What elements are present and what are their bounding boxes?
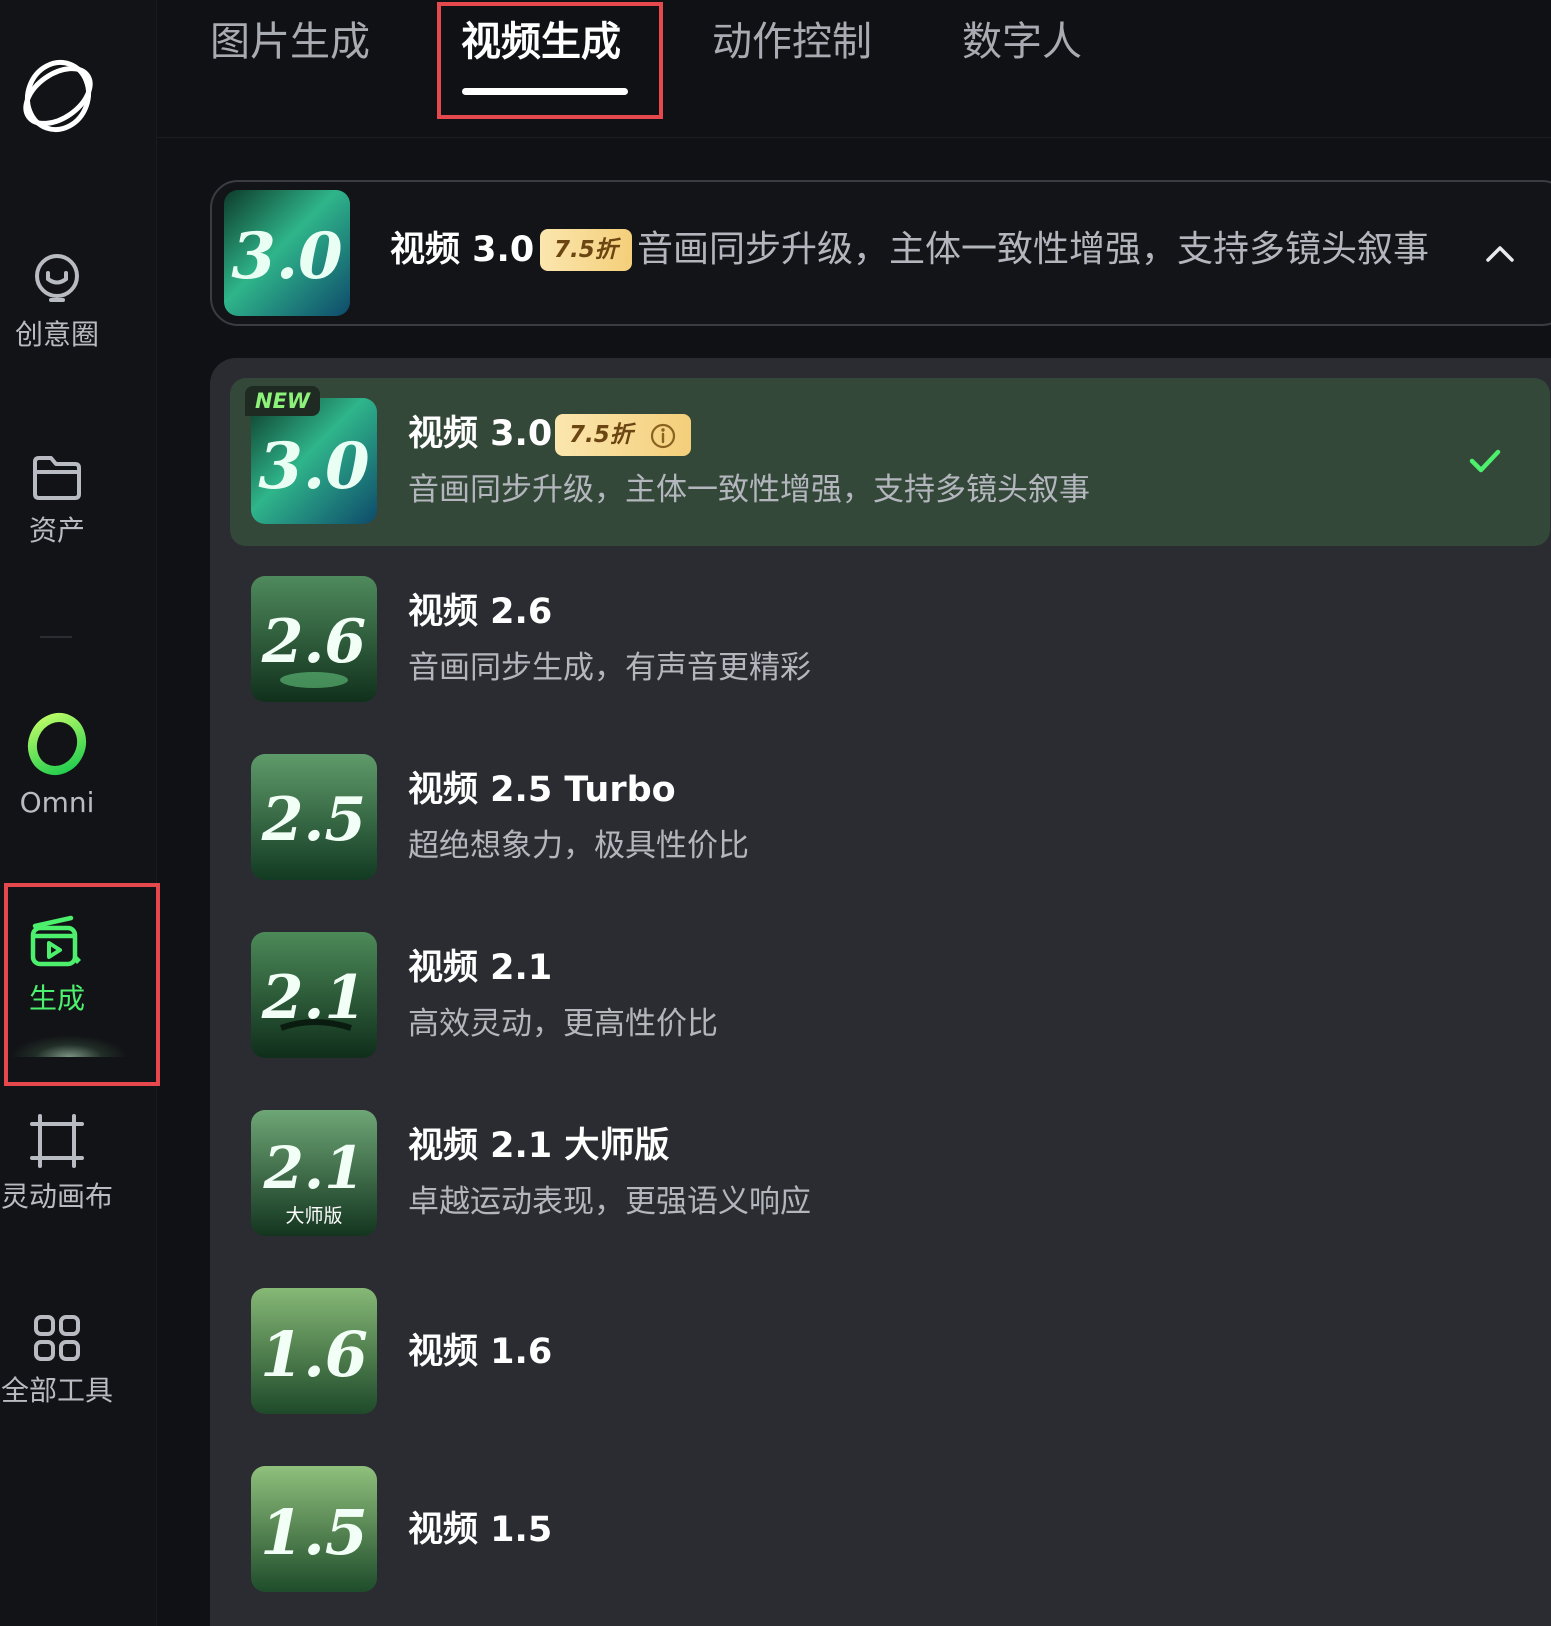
tab-motion-control[interactable]: 动作控制 — [712, 16, 872, 68]
model-thumbnail: 3.0 — [251, 398, 377, 524]
tab-bar: 图片生成 视频生成 动作控制 数字人 — [157, 0, 1551, 138]
sidebar-item-label: Omni — [19, 786, 95, 819]
model-title: 视频 2.1 — [408, 948, 553, 988]
model-title: 视频 1.6 — [408, 1332, 553, 1372]
model-thumbnail: 1.5 — [251, 1466, 377, 1592]
discount-badge[interactable]: 7.5折 — [555, 414, 691, 456]
model-description: 音画同步生成，有声音更精彩 — [408, 650, 811, 686]
model-thumbnail: 1.6 — [251, 1288, 377, 1414]
model-option-2-6[interactable]: 2.6 视频 2.6 音画同步生成，有声音更精彩 — [230, 556, 1550, 724]
model-thumbnail: 2.1 — [251, 932, 377, 1058]
sidebar-item-label: 灵动画布 — [0, 1180, 113, 1213]
model-title: 视频 2.6 — [408, 592, 553, 632]
thumbnail-version-text: 2.5 — [261, 785, 366, 855]
sidebar-item-label: 全部工具 — [0, 1374, 113, 1407]
model-description: 高效灵动，更高性价比 — [408, 1006, 718, 1042]
sidebar-item-label: 资产 — [28, 514, 85, 547]
model-thumbnail: 3.0 — [224, 190, 350, 316]
model-thumbnail: 2.6 — [251, 576, 377, 702]
thumbnail-version-text: 2.1 — [261, 963, 366, 1033]
model-option-1-5[interactable]: 1.5 视频 1.5 — [230, 1446, 1550, 1614]
sidebar-item-all-tools[interactable]: 全部工具 — [0, 1312, 114, 1408]
thumbnail-version-text: 1.6 — [260, 1318, 368, 1391]
thumbnail-version-text: 2.1 — [263, 1134, 365, 1202]
info-icon[interactable] — [649, 422, 677, 450]
model-thumbnail: 2.1 大师版 — [251, 1110, 377, 1236]
highlight-box-tab — [437, 2, 663, 119]
folder-icon — [33, 456, 81, 500]
selected-model-title: 视频 3.0 — [390, 230, 535, 270]
sidebar: 创意圈 资产 Omni 生成 灵动画布 全部工具 — [0, 0, 160, 1626]
model-selector[interactable]: 3.0 视频 3.0 7.5折 音画同步升级，主体一致性增强，支持多镜头叙事 — [210, 180, 1551, 326]
omni-ring-icon — [27, 713, 87, 775]
model-option-2-5-turbo[interactable]: 2.5 视频 2.5 Turbo 超绝想象力，极具性价比 — [230, 734, 1550, 902]
new-tag: NEW — [245, 386, 321, 416]
tab-digital-human[interactable]: 数字人 — [962, 16, 1082, 68]
model-title: 视频 3.0 — [408, 414, 553, 454]
canvas-crop-icon — [30, 1114, 84, 1168]
thumbnail-version-text: 2.6 — [261, 607, 366, 677]
sidebar-item-omni[interactable]: Omni — [0, 712, 114, 820]
discount-badge-text: 7.5折 — [569, 422, 633, 448]
sidebar-item-label: 创意圈 — [14, 318, 99, 351]
model-description: 卓越运动表现，更强语义响应 — [408, 1184, 811, 1220]
model-option-3-0[interactable]: 3.0 NEW 视频 3.0 7.5折 音画同步升级，主体一致性增强，支持多镜头… — [230, 378, 1550, 546]
sidebar-item-creative-circle[interactable]: 创意圈 — [0, 252, 114, 352]
sidebar-divider — [40, 636, 72, 638]
selected-model-description: 音画同步升级，主体一致性增强，支持多镜头叙事 — [637, 229, 1430, 270]
model-title: 视频 2.5 Turbo — [408, 770, 676, 810]
model-option-2-1-master[interactable]: 2.1 大师版 视频 2.1 大师版 卓越运动表现，更强语义响应 — [230, 1090, 1550, 1258]
sidebar-item-assets[interactable]: 资产 — [0, 452, 114, 548]
thumbnail-subtitle-text: 大师版 — [285, 1205, 342, 1227]
sidebar-item-canvas[interactable]: 灵动画布 — [0, 1112, 114, 1214]
app-window: 创意圈 资产 Omni 生成 灵动画布 全部工具 图片生成 视频生成 动作控制 … — [0, 0, 1551, 1626]
check-icon — [1469, 449, 1501, 473]
grid-tools-icon — [34, 1315, 80, 1361]
model-title: 视频 2.1 大师版 — [408, 1126, 670, 1166]
model-option-2-1[interactable]: 2.1 视频 2.1 高效灵动，更高性价比 — [230, 912, 1550, 1080]
chevron-up-icon[interactable] — [1480, 234, 1520, 274]
model-description: 超绝想象力，极具性价比 — [408, 828, 749, 864]
app-logo-icon[interactable] — [10, 48, 106, 144]
thumbnail-version-text: 1.5 — [260, 1496, 368, 1569]
lightbulb-smile-icon — [35, 254, 79, 302]
tab-image-generation[interactable]: 图片生成 — [210, 16, 370, 68]
model-description: 音画同步升级，主体一致性增强，支持多镜头叙事 — [408, 472, 1090, 508]
model-dropdown-list: 3.0 NEW 视频 3.0 7.5折 音画同步升级，主体一致性增强，支持多镜头… — [210, 358, 1551, 1626]
model-option-1-6[interactable]: 1.6 视频 1.6 — [230, 1268, 1550, 1436]
thumbnail-version-text: 3.0 — [231, 219, 342, 294]
model-title: 视频 1.5 — [408, 1510, 553, 1550]
discount-badge: 7.5折 — [540, 229, 632, 271]
thumbnail-version-text: 3.0 — [258, 429, 369, 504]
highlight-box-sidebar-generate — [4, 883, 160, 1086]
model-thumbnail: 2.5 — [251, 754, 377, 880]
